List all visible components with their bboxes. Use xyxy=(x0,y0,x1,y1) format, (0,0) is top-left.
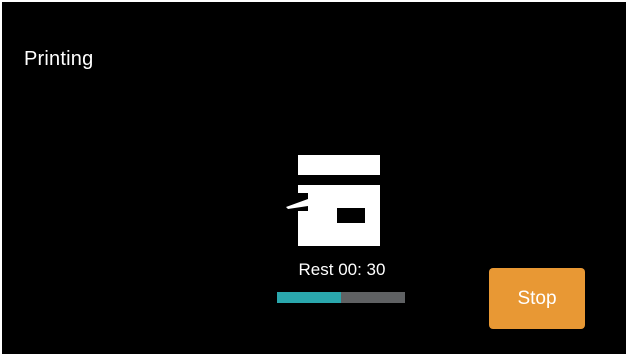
print-progress-fill xyxy=(277,292,341,303)
print-progress-bar xyxy=(277,292,405,303)
stop-button[interactable]: Stop xyxy=(489,268,585,329)
remaining-time-text: Rest 00: 30 xyxy=(298,260,386,279)
printing-screen: Printing Rest 00: 30 Stop xyxy=(0,0,630,356)
printer-icon xyxy=(286,155,380,246)
page-title: Printing xyxy=(24,48,94,70)
